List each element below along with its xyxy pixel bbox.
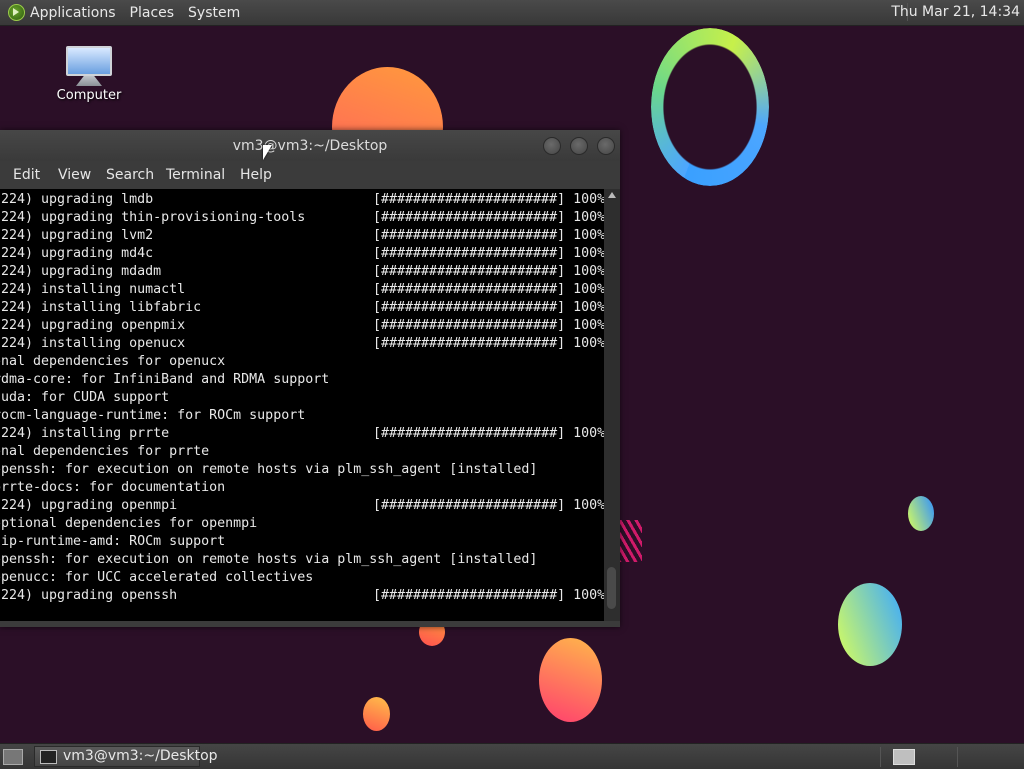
window-titlebar[interactable]: vm3@vm3:~/Desktop xyxy=(0,130,620,161)
system-menu[interactable]: System xyxy=(188,3,240,23)
places-menu[interactable]: Places xyxy=(130,3,175,23)
terminal-line: cuda: for CUDA support xyxy=(0,390,170,405)
clock[interactable]: Thu Mar 21, 14:34 xyxy=(891,4,1020,20)
window-border xyxy=(0,621,620,627)
applications-menu[interactable]: Applications xyxy=(30,3,116,23)
progress-bar-text: [######################] 100% xyxy=(373,228,604,243)
progress-bar-text: [######################] 100% xyxy=(373,426,604,441)
panel-separator xyxy=(957,747,958,767)
maximize-button[interactable] xyxy=(570,137,588,155)
decorative-orange-blob xyxy=(363,697,390,731)
menu-terminal[interactable]: Terminal xyxy=(166,167,225,183)
menu-search[interactable]: Search xyxy=(106,167,154,183)
terminal-line: /224) upgrading openmpi xyxy=(0,498,178,513)
terminal-line: onal dependencies for openucx xyxy=(0,354,226,369)
decorative-stripes xyxy=(618,520,642,562)
panel-separator xyxy=(880,747,881,767)
terminal-line: prrte-docs: for documentation xyxy=(0,480,226,495)
mouse-pointer-icon xyxy=(263,145,272,160)
progress-bar-text: [######################] 100% xyxy=(373,336,604,351)
decorative-orange-blob xyxy=(539,638,602,722)
terminal-icon xyxy=(40,750,57,764)
progress-bar-text: [######################] 100% xyxy=(373,246,604,261)
show-desktop-icon[interactable] xyxy=(3,749,23,765)
terminal-line: /224) upgrading openpmix xyxy=(0,318,186,333)
desktop-icon-label: Computer xyxy=(56,88,122,103)
terminal-line: openssh: for execution on remote hosts v… xyxy=(0,462,538,477)
progress-bar-text: [######################] 100% xyxy=(373,588,604,603)
terminal-line: /224) installing prrte xyxy=(0,426,170,441)
terminal-line: /224) upgrading lvm2 xyxy=(0,228,154,243)
terminal-line: onal dependencies for prrte xyxy=(0,444,210,459)
desktop-icon-computer[interactable]: Computer xyxy=(54,46,124,103)
progress-bar-text: [######################] 100% xyxy=(373,210,604,225)
terminal-window[interactable]: vm3@vm3:~/Desktop Edit View Search Termi… xyxy=(0,130,620,627)
terminal-line: /224) upgrading lmdb xyxy=(0,192,154,207)
bottom-panel: vm3@vm3:~/Desktop xyxy=(0,743,1024,769)
taskbar-item-label: vm3@vm3:~/Desktop xyxy=(63,748,218,764)
terminal-line: /224) upgrading openssh xyxy=(0,588,178,603)
close-button[interactable] xyxy=(597,137,615,155)
terminal-output[interactable]: /224) upgrading lmdb [###################… xyxy=(0,189,604,621)
progress-bar-text: [######################] 100% xyxy=(373,318,604,333)
computer-icon xyxy=(66,46,112,76)
terminal-line: /224) installing openucx xyxy=(0,336,186,351)
menu-edit[interactable]: Edit xyxy=(13,167,40,183)
progress-bar-text: [######################] 100% xyxy=(373,192,604,207)
minimize-button[interactable] xyxy=(543,137,561,155)
terminal-line: openssh: for execution on remote hosts v… xyxy=(0,552,538,567)
terminal-line: /224) upgrading md4c xyxy=(0,246,154,261)
top-panel: Applications Places System Thu Mar 21, 1… xyxy=(0,0,1024,26)
terminal-line: openucc: for UCC accelerated collectives xyxy=(0,570,314,585)
terminal-menubar: Edit View Search Terminal Help xyxy=(0,161,620,189)
terminal-line: hip-runtime-amd: ROCm support xyxy=(0,534,226,549)
scrollbar-thumb[interactable] xyxy=(607,567,616,609)
progress-bar-text: [######################] 100% xyxy=(373,300,604,315)
menu-view[interactable]: View xyxy=(58,167,91,183)
taskbar-item-terminal[interactable]: vm3@vm3:~/Desktop xyxy=(34,746,218,767)
menu-help[interactable]: Help xyxy=(240,167,272,183)
scroll-up-arrow-icon[interactable] xyxy=(608,192,616,198)
terminal-line: /224) upgrading thin-provisioning-tools xyxy=(0,210,306,225)
terminal-line: rocm-language-runtime: for ROCm support xyxy=(0,408,306,423)
decorative-green-blue-blob xyxy=(838,583,902,666)
computer-icon-stand xyxy=(76,76,102,86)
terminal-line: /224) upgrading mdadm xyxy=(0,264,162,279)
distro-logo-icon[interactable] xyxy=(8,4,25,21)
progress-bar-text: [######################] 100% xyxy=(373,264,604,279)
decorative-ring xyxy=(651,28,769,186)
progress-bar-text: [######################] 100% xyxy=(373,498,604,513)
progress-bar-text: [######################] 100% xyxy=(373,282,604,297)
decorative-green-blue-blob xyxy=(908,496,934,531)
workspace-switcher[interactable] xyxy=(893,749,915,765)
terminal-line: /224) installing numactl xyxy=(0,282,186,297)
terminal-line: rdma-core: for InfiniBand and RDMA suppo… xyxy=(0,372,330,387)
terminal-line: optional dependencies for openmpi xyxy=(0,516,258,531)
terminal-scrollbar[interactable] xyxy=(604,189,620,621)
window-title: vm3@vm3:~/Desktop xyxy=(232,138,388,154)
terminal-line: /224) installing libfabric xyxy=(0,300,202,315)
